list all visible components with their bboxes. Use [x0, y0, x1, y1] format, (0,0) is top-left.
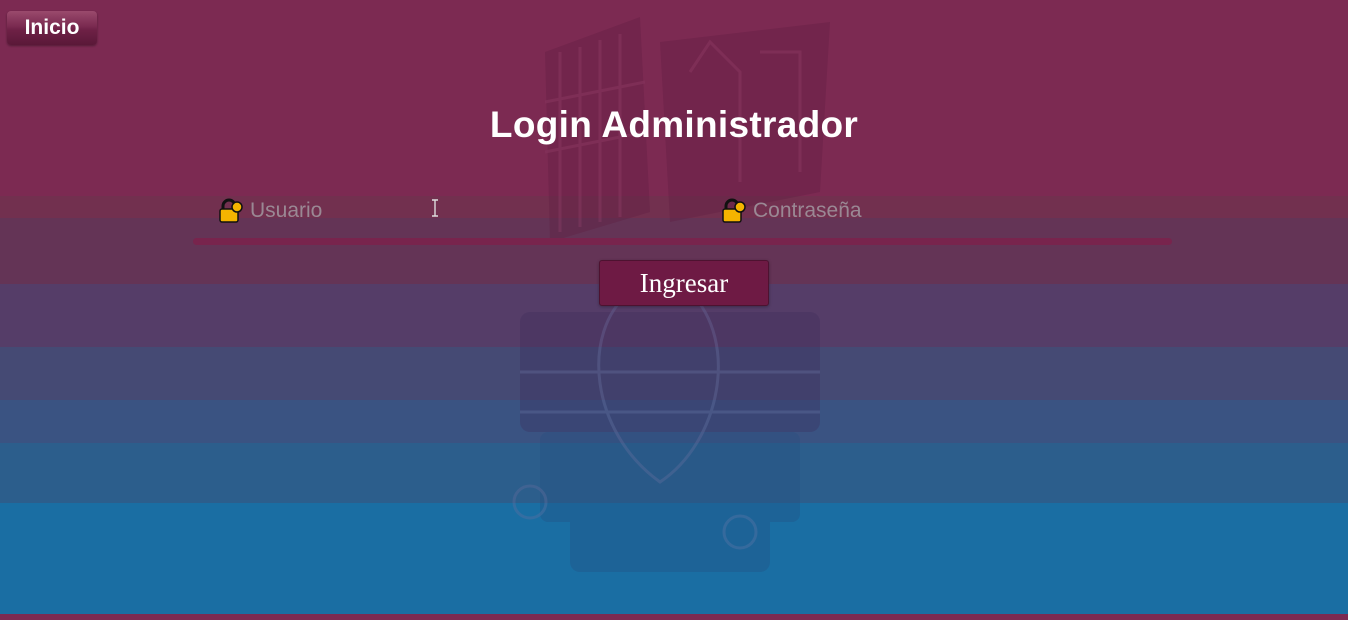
username-input[interactable]: [250, 199, 450, 223]
home-button-label: Inicio: [24, 16, 80, 39]
text-cursor-icon: [432, 199, 438, 217]
page-title: Login Administrador: [489, 104, 859, 145]
fields-underline: [193, 238, 1172, 245]
lock-icon: [722, 198, 746, 223]
lock-icon: [219, 198, 243, 223]
footer-bar: [0, 614, 1348, 620]
home-button[interactable]: Inicio: [7, 11, 97, 45]
password-input[interactable]: [753, 199, 953, 223]
password-field[interactable]: [721, 194, 953, 228]
login-submit-button[interactable]: Ingresar: [599, 260, 769, 306]
login-submit-label: Ingresar: [639, 267, 729, 298]
username-field[interactable]: [218, 194, 450, 228]
